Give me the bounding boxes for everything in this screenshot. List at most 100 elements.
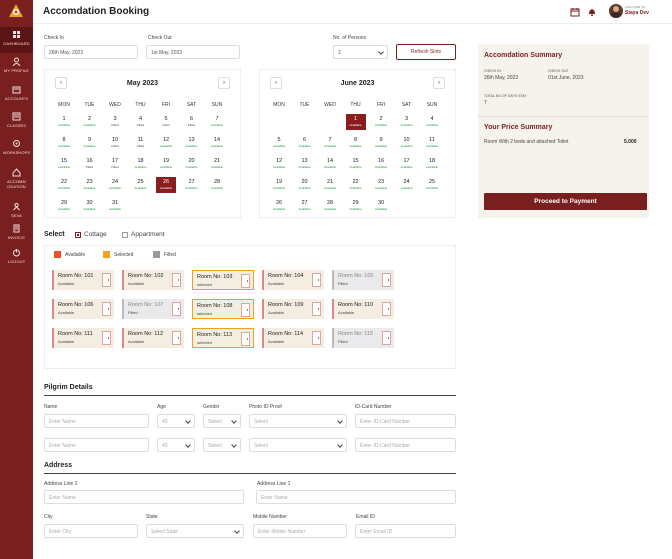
calendar-day[interactable]: 12 Available [156,135,176,151]
calendar-day[interactable]: 19 Available [269,177,289,193]
calendar-day[interactable]: 18 Available [422,156,442,172]
sidebar-item-invoice[interactable]: INVOICE [0,221,33,247]
calendar-day[interactable]: 25 Available [131,177,151,193]
calendar-day[interactable]: 22 Available [346,177,366,193]
id-card-input[interactable]: Enter ID-Card Number [355,414,456,428]
city-input[interactable]: Enter City [44,524,138,538]
sidebar-item-accomm-odation[interactable]: ACCOMM ODATION [0,165,33,191]
gender-select[interactable]: Select [203,438,241,452]
notification-bell-icon[interactable] [587,7,597,17]
calendar-day[interactable]: 10 Filled [105,135,125,151]
calendar-day[interactable]: 9 Available [80,135,100,151]
photo-id-select[interactable]: Select [249,414,347,428]
calendar-day[interactable]: 7 Available [207,114,227,130]
calendar-day[interactable]: 1 Available [54,114,74,130]
room-card[interactable]: Room No: 104 Available [262,270,324,290]
calendar-day[interactable]: 6 Available [295,135,315,151]
apartment-radio[interactable] [122,232,128,238]
calendar-day[interactable]: 4 Filled [131,114,151,130]
room-card[interactable]: Room No: 113 selected [192,328,254,348]
room-card[interactable]: Room No: 106 Available [52,299,114,319]
calendar-day[interactable]: 24 Available [397,177,417,193]
calendar-day[interactable]: 12 Available [269,156,289,172]
check-out-input[interactable]: 1st May, 2023 [146,45,240,59]
name-input[interactable]: Enter Name [44,438,149,452]
gender-select[interactable]: Select [203,414,241,428]
next-month-button[interactable]: › [218,77,230,89]
cottage-radio[interactable] [75,232,81,238]
room-card[interactable]: Room No: 101 Available [52,270,114,290]
calendar-day[interactable]: 17 Available [397,156,417,172]
calendar-day[interactable]: 9 Available [371,135,391,151]
room-card[interactable]: Room No: 109 Available [262,299,324,319]
email-input[interactable]: Enter Email ID [355,524,456,538]
calendar-day[interactable]: 22 Available [54,177,74,193]
calendar-day[interactable]: 16 Available [371,156,391,172]
calendar-day[interactable]: 3 Filled [105,114,125,130]
calendar-day[interactable]: 6 Filled [182,114,202,130]
name-input[interactable]: Enter Name [44,414,149,428]
calendar-day[interactable]: 21 Available [207,156,227,172]
proceed-to-payment-button[interactable]: Proceed to Payment [484,193,647,210]
calendar-day[interactable]: 16 Filled [80,156,100,172]
calendar-day[interactable]: 2 Available [371,114,391,130]
calendar-day[interactable]: 15 Available [346,156,366,172]
next-month-button[interactable]: › [433,77,445,89]
calendar-day[interactable]: 8 Available [54,135,74,151]
calendar-day[interactable]: 29 Available [346,198,366,214]
sidebar-item-my-profile[interactable]: MY PROFILE [0,54,33,80]
calendar-day[interactable]: 1 Available [345,114,366,130]
photo-id-select[interactable]: Select [249,438,347,452]
calendar-day[interactable]: 28 Available [320,198,340,214]
calendar-day[interactable]: 13 Available [295,156,315,172]
room-card[interactable]: Room No: 103 selected [192,270,254,290]
room-card[interactable]: Room No: 111 Available [52,328,114,348]
calendar-day[interactable]: 25 Available [422,177,442,193]
sidebar-item-workshops[interactable]: WORKSHOPS [0,136,33,162]
sidebar-item-classes[interactable]: CLASSES [0,109,33,135]
room-card[interactable]: Room No: 110 Available [332,299,394,319]
calendar-day[interactable]: 17 Filled [105,156,125,172]
address-line1-input[interactable]: Enter Name [44,490,244,504]
state-select[interactable]: Select State [146,524,244,538]
calendar-day[interactable]: 13 Available [182,135,202,151]
id-card-input[interactable]: Enter ID-Card Number [355,438,456,452]
calendar-day[interactable]: 20 Available [295,177,315,193]
sidebar-item-dashboard[interactable]: DASHBOARD [0,27,33,53]
persons-select[interactable]: 2 [333,45,388,59]
calendar-day[interactable]: 29 Available [54,198,74,214]
calendar-day[interactable]: 31 Available [105,198,125,214]
calendar-icon[interactable] [570,7,580,17]
mobile-input[interactable]: Enter Mobile Number [253,524,347,538]
sidebar-item-logout[interactable]: LOGOUT [0,245,33,271]
calendar-day[interactable]: 21 Available [320,177,340,193]
calendar-day[interactable]: 19 Available [156,156,176,172]
refresh-slots-button[interactable]: Refresh Slots [396,44,456,60]
calendar-day[interactable]: 4 Available [422,114,442,130]
user-name[interactable]: Staya Dev [625,10,649,16]
calendar-day[interactable]: 18 Available [131,156,151,172]
age-select[interactable]: 40 [157,438,195,452]
calendar-day[interactable]: 14 Available [320,156,340,172]
calendar-day[interactable]: 3 Available [397,114,417,130]
room-card[interactable]: Room No: 112 Available [122,328,184,348]
calendar-day[interactable]: 5 Filled [156,114,176,130]
avatar[interactable] [609,4,623,18]
calendar-day[interactable]: 27 Available [295,198,315,214]
calendar-day[interactable]: 5 Available [269,135,289,151]
calendar-day[interactable]: 24 Available [105,177,125,193]
calendar-day[interactable]: 7 Available [320,135,340,151]
check-in-input[interactable]: 26th May, 2023 [44,45,138,59]
calendar-day[interactable]: 27 Available [182,177,202,193]
calendar-day[interactable]: 10 Available [397,135,417,151]
address-line2-input[interactable]: Enter Name [256,490,456,504]
calendar-day[interactable]: 28 Available [207,177,227,193]
calendar-day[interactable]: 30 Available [80,198,100,214]
sidebar-item-accounts[interactable]: ACCOUNTS [0,82,33,108]
calendar-day[interactable]: 8 Available [346,135,366,151]
room-card[interactable]: Room No: 102 Available [122,270,184,290]
room-card[interactable]: Room No: 114 Available [262,328,324,348]
calendar-day[interactable]: 2 Available [80,114,100,130]
room-card[interactable]: Room No: 108 selected [192,299,254,319]
calendar-day[interactable]: 11 Filled [131,135,151,151]
